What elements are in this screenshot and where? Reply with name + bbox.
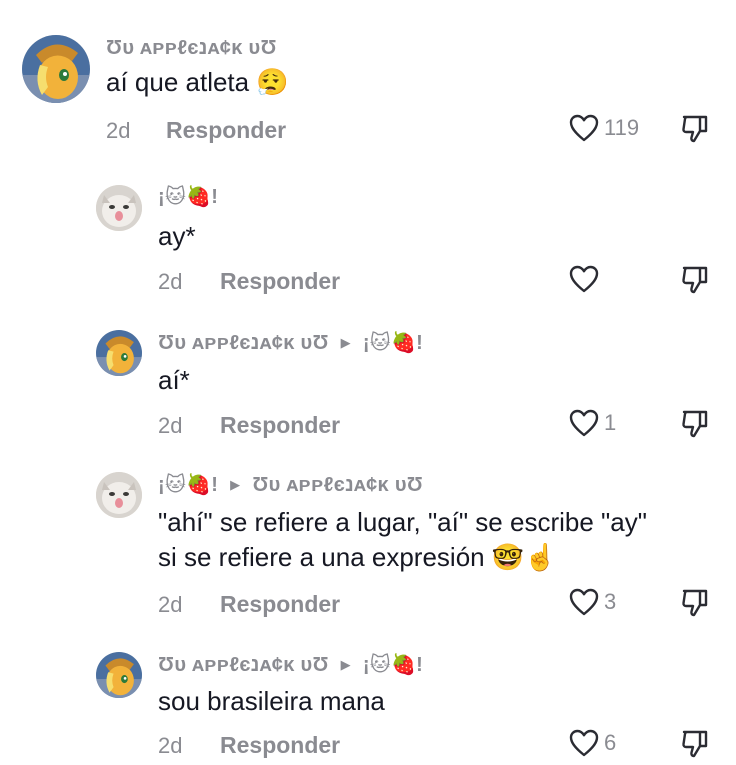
heart-outline-icon <box>568 587 600 617</box>
comment-date: 2d <box>106 118 131 143</box>
reply-button[interactable]: Responder <box>166 117 286 144</box>
thumbs-down-icon <box>680 728 710 760</box>
like-count: 1 <box>604 410 617 435</box>
like-count: 3 <box>604 589 617 614</box>
like-button[interactable]: 3 <box>568 587 616 617</box>
like-count: 6 <box>604 730 617 755</box>
dislike-button[interactable] <box>680 587 710 624</box>
thumbs-down-icon <box>680 264 710 296</box>
thumbs-down-icon <box>680 587 710 619</box>
like-button[interactable]: 119 <box>568 113 639 143</box>
dislike-button[interactable] <box>680 408 710 445</box>
dislike-button[interactable] <box>680 728 710 765</box>
like-button[interactable]: 1 <box>568 408 616 438</box>
reply-button[interactable]: Responder <box>220 412 340 439</box>
comment-username[interactable]: Ʊᴜ ᴀᴘᴘℓєנᴀ¢ᴋ ᴜƱ <box>158 654 329 676</box>
reply-button[interactable]: Responder <box>220 591 340 618</box>
comment-text-line-2: si se refiere a una expresión 🤓☝️ <box>158 542 557 572</box>
comment-text: ay* <box>158 221 196 251</box>
comment-username-line: ¡🐱🍓! ▶ Ʊᴜ ᴀᴘᴘℓєנᴀ¢ᴋ ᴜƱ <box>158 472 423 497</box>
triangle-right-icon: ▶ <box>340 335 351 350</box>
thumbs-down-icon <box>680 408 710 440</box>
reply-button[interactable]: Responder <box>220 268 340 295</box>
reply-to-username[interactable]: ¡🐱🍓! <box>363 332 423 354</box>
triangle-right-icon: ▶ <box>340 657 351 672</box>
dislike-button[interactable] <box>680 264 710 301</box>
heart-outline-icon <box>568 728 600 758</box>
comment-date: 2d <box>158 269 183 294</box>
comment-username[interactable]: ¡🐱🍓! <box>158 474 218 496</box>
comment-username-line: Ʊᴜ ᴀᴘᴘℓєנᴀ¢ᴋ ᴜƱ ▶ ¡🐱🍓! <box>158 652 423 677</box>
dislike-button[interactable] <box>680 113 710 150</box>
heart-outline-icon <box>568 264 600 294</box>
avatar-applejack[interactable] <box>96 652 142 698</box>
triangle-right-icon: ▶ <box>230 477 241 492</box>
like-button[interactable]: 6 <box>568 728 616 758</box>
heart-outline-icon <box>568 113 600 143</box>
comment-username[interactable]: Ʊᴜ ᴀᴘᴘℓєנᴀ¢ᴋ ᴜƱ <box>158 332 329 354</box>
comment-username[interactable]: ¡🐱🍓! <box>158 184 218 209</box>
comment-date: 2d <box>158 733 183 758</box>
reply-to-username[interactable]: ¡🐱🍓! <box>363 654 423 676</box>
like-button[interactable] <box>568 264 604 294</box>
reply-to-username[interactable]: Ʊᴜ ᴀᴘᴘℓєנᴀ¢ᴋ ᴜƱ <box>252 474 423 496</box>
comment-text-line-1: "ahí" se refiere a lugar, "aí" se escrib… <box>158 507 647 537</box>
comment-username-line: Ʊᴜ ᴀᴘᴘℓєנᴀ¢ᴋ ᴜƱ ▶ ¡🐱🍓! <box>158 330 423 355</box>
thumbs-down-icon <box>680 113 710 145</box>
comment-date: 2d <box>158 592 183 617</box>
like-count: 119 <box>604 115 640 140</box>
comment-text: aí que atleta 😮‍💨 <box>106 67 289 97</box>
avatar-cat[interactable] <box>96 472 142 518</box>
comment-text: aí* <box>158 365 190 395</box>
avatar-applejack[interactable] <box>22 35 90 103</box>
avatar-applejack[interactable] <box>96 330 142 376</box>
avatar-cat[interactable] <box>96 185 142 231</box>
comment-date: 2d <box>158 413 183 438</box>
reply-button[interactable]: Responder <box>220 732 340 759</box>
comment-text: sou brasileira mana <box>158 686 385 716</box>
comment-username[interactable]: Ʊᴜ ᴀᴘᴘℓєנᴀ¢ᴋ ᴜƱ <box>106 37 277 60</box>
heart-outline-icon <box>568 408 600 438</box>
